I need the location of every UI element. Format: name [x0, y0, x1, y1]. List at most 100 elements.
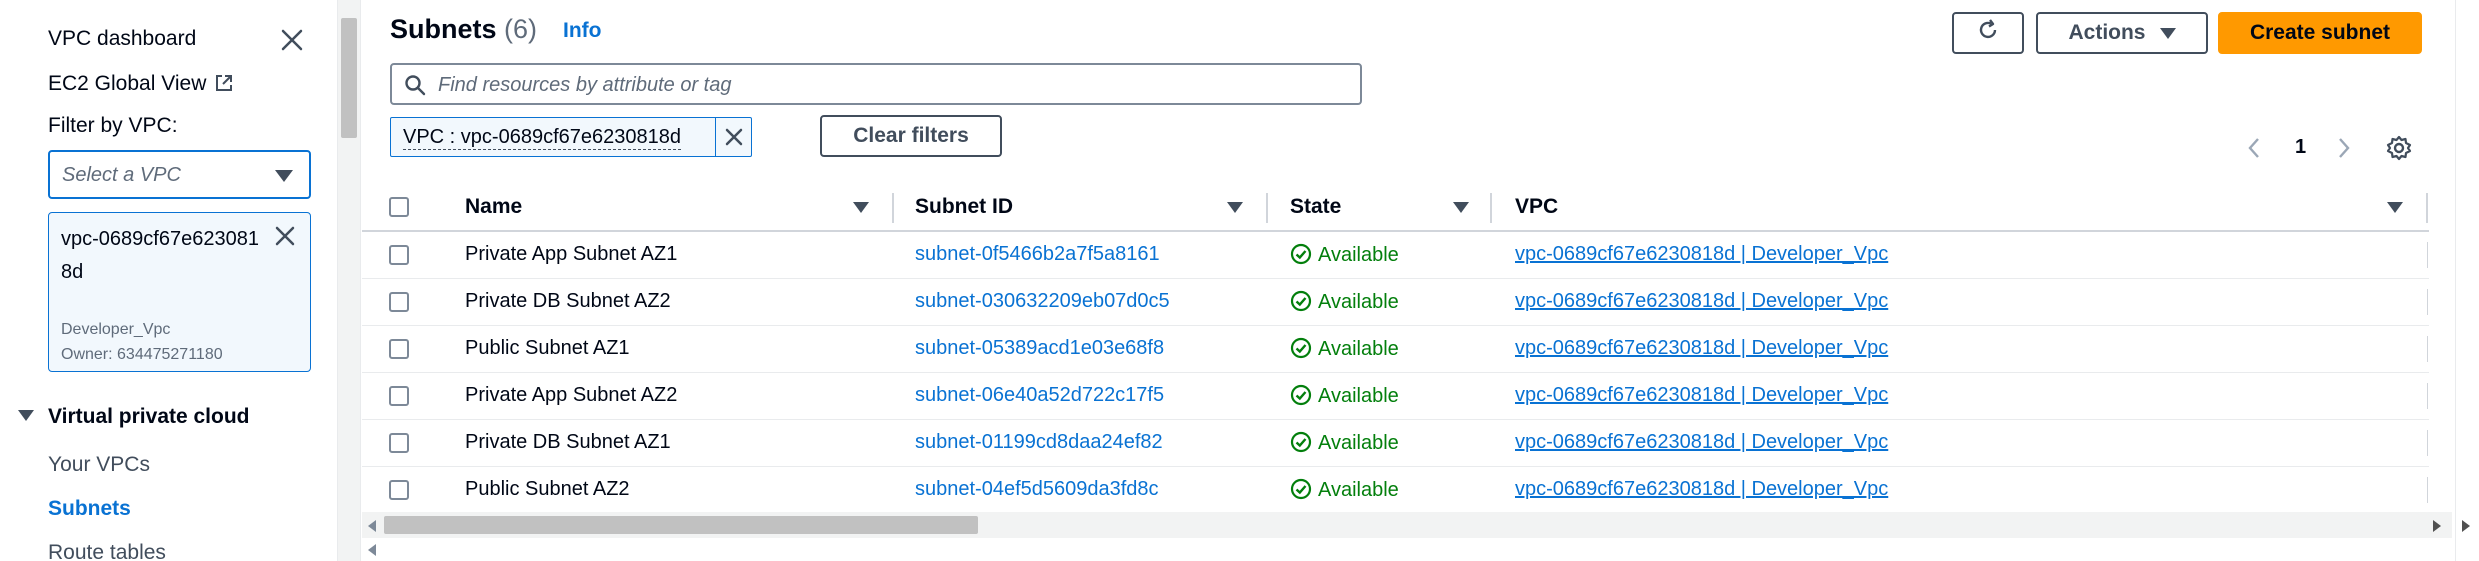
row-divider [2427, 477, 2428, 503]
row-checkbox[interactable] [389, 433, 409, 453]
table-row[interactable]: Private App Subnet AZ2 subnet-06e40a52d7… [362, 373, 2429, 420]
subnet-name: Private App Subnet AZ1 [465, 243, 678, 265]
filter-by-vpc-label: Filter by VPC: [48, 114, 178, 137]
select-all-checkbox[interactable] [389, 197, 409, 217]
vpc-link[interactable]: vpc-0689cf67e6230818d | Developer_Vpc [1515, 290, 1888, 313]
table-horizontal-scrollbar[interactable] [362, 512, 2452, 538]
subnet-state: Available [1290, 431, 1399, 459]
refresh-icon [1976, 18, 2000, 48]
page-title-text: Subnets [390, 14, 497, 44]
vpc-link[interactable]: vpc-0689cf67e6230818d | Developer_Vpc [1515, 384, 1888, 407]
vpc-filter-chip[interactable]: VPC : vpc-0689cf67e6230818d [390, 117, 752, 157]
subnet-id-link[interactable]: subnet-01199cd8daa24ef82 [915, 431, 1163, 454]
state-label: Available [1318, 338, 1399, 360]
row-checkbox[interactable] [389, 339, 409, 359]
virtual-private-cloud-section-toggle[interactable]: Virtual private cloud [18, 405, 250, 429]
ec2-global-view-label: EC2 Global View [48, 72, 207, 95]
actions-dropdown-button[interactable]: Actions [2036, 12, 2208, 54]
subnet-state: Available [1290, 243, 1399, 271]
status-available-icon [1290, 337, 1312, 365]
subnet-state: Available [1290, 337, 1399, 365]
state-label: Available [1318, 291, 1399, 313]
chip-divider [715, 118, 716, 156]
search-icon [404, 74, 426, 101]
sidebar-item-route-tables[interactable]: Route tables [48, 541, 166, 561]
column-header-state[interactable]: State [1290, 195, 1341, 219]
sidebar-item-subnets[interactable]: Subnets [48, 497, 131, 521]
subnet-id-link[interactable]: subnet-05389acd1e03e68f8 [915, 337, 1164, 360]
subnet-state: Available [1290, 478, 1399, 506]
sort-subnet-id-icon[interactable] [1227, 202, 1243, 213]
chevron-left-icon[interactable] [2246, 136, 2262, 165]
vpc-link[interactable]: vpc-0689cf67e6230818d | Developer_Vpc [1515, 243, 1888, 266]
search-placeholder: Find resources by attribute or tag [438, 74, 732, 96]
scroll-right-arrow[interactable] [2462, 520, 2470, 532]
remove-vpc-filter-icon[interactable] [272, 223, 298, 249]
sidebar-scrollbar[interactable] [337, 0, 361, 561]
page-vertical-scrollbar[interactable] [2455, 0, 2479, 561]
subnet-id-link[interactable]: subnet-06e40a52d722c17f5 [915, 384, 1164, 407]
column-header-vpc[interactable]: VPC [1515, 195, 1558, 219]
vpc-dashboard-link[interactable]: VPC dashboard [48, 27, 196, 51]
settings-gear-icon[interactable] [2385, 134, 2413, 167]
vpc-link[interactable]: vpc-0689cf67e6230818d | Developer_Vpc [1515, 478, 1888, 501]
table-row[interactable]: Private DB Subnet AZ2 subnet-030632209eb… [362, 279, 2429, 326]
table-row[interactable]: Private DB Subnet AZ1 subnet-01199cd8daa… [362, 420, 2429, 467]
row-checkbox[interactable] [389, 245, 409, 265]
status-available-icon [1290, 384, 1312, 412]
remove-filter-icon[interactable] [722, 125, 746, 149]
external-link-icon [214, 73, 234, 99]
row-checkbox[interactable] [389, 386, 409, 406]
column-header-subnet-id[interactable]: Subnet ID [915, 195, 1013, 219]
section-title: Virtual private cloud [48, 405, 250, 428]
table-row[interactable]: Private App Subnet AZ1 subnet-0f5466b2a7… [362, 232, 2429, 279]
ec2-global-view-link[interactable]: EC2 Global View [48, 72, 234, 99]
page-scroll-left-arrow[interactable] [368, 544, 376, 556]
subnet-id-link[interactable]: subnet-04ef5d5609da3fd8c [915, 478, 1159, 501]
chevron-right-icon[interactable] [2336, 136, 2352, 165]
selected-vpc-name: Developer_Vpc [61, 321, 171, 338]
column-header-name[interactable]: Name [465, 195, 522, 219]
table-row[interactable]: Public Subnet AZ1 subnet-05389acd1e03e68… [362, 326, 2429, 373]
status-available-icon [1290, 431, 1312, 459]
current-page-number[interactable]: 1 [2295, 136, 2306, 159]
row-checkbox[interactable] [389, 292, 409, 312]
selected-vpc-token: vpc-0689cf67e6230818d Developer_Vpc Owne… [48, 212, 311, 372]
sort-vpc-icon[interactable] [2387, 202, 2403, 213]
vpc-link[interactable]: vpc-0689cf67e6230818d | Developer_Vpc [1515, 431, 1888, 454]
info-link[interactable]: Info [563, 19, 601, 43]
scroll-left-arrow[interactable] [368, 520, 376, 532]
clear-filters-button[interactable]: Clear filters [820, 115, 1002, 157]
column-resizer[interactable] [2426, 193, 2428, 223]
page-title: Subnets (6) [390, 14, 537, 45]
sidebar-scrollbar-thumb[interactable] [341, 18, 357, 138]
selected-vpc-id: vpc-0689cf67e6230818d [61, 228, 259, 283]
row-divider [2427, 383, 2428, 409]
navigation-sidebar: VPC dashboard EC2 Global View Filter by … [0, 0, 337, 561]
column-resizer[interactable] [892, 193, 894, 223]
column-resizer[interactable] [1266, 193, 1268, 223]
row-divider [2427, 336, 2428, 362]
state-label: Available [1318, 432, 1399, 454]
sort-name-icon[interactable] [853, 202, 869, 213]
column-resizer[interactable] [1490, 193, 1492, 223]
subnet-name: Public Subnet AZ2 [465, 478, 630, 500]
refresh-button[interactable] [1952, 12, 2024, 54]
sidebar-item-your-vpcs[interactable]: Your VPCs [48, 453, 150, 477]
search-input[interactable]: Find resources by attribute or tag [390, 63, 1362, 105]
scroll-right-arrow[interactable] [2433, 520, 2441, 532]
create-subnet-button[interactable]: Create subnet [2218, 12, 2422, 54]
vpc-link[interactable]: vpc-0689cf67e6230818d | Developer_Vpc [1515, 337, 1888, 360]
horizontal-scrollbar-thumb[interactable] [384, 516, 978, 534]
subnet-name: Public Subnet AZ1 [465, 337, 630, 359]
sort-state-icon[interactable] [1453, 202, 1469, 213]
row-checkbox[interactable] [389, 480, 409, 500]
status-available-icon [1290, 243, 1312, 271]
vpc-select-dropdown[interactable]: Select a VPC [48, 150, 311, 199]
close-navigation-icon[interactable] [278, 26, 306, 54]
vpc-filter-chip-label[interactable]: VPC : vpc-0689cf67e6230818d [403, 126, 681, 150]
subnet-count: (6) [504, 14, 538, 44]
subnet-id-link[interactable]: subnet-030632209eb07d0c5 [915, 290, 1170, 313]
table-row[interactable]: Public Subnet AZ2 subnet-04ef5d5609da3fd… [362, 467, 2429, 514]
subnet-id-link[interactable]: subnet-0f5466b2a7f5a8161 [915, 243, 1160, 266]
